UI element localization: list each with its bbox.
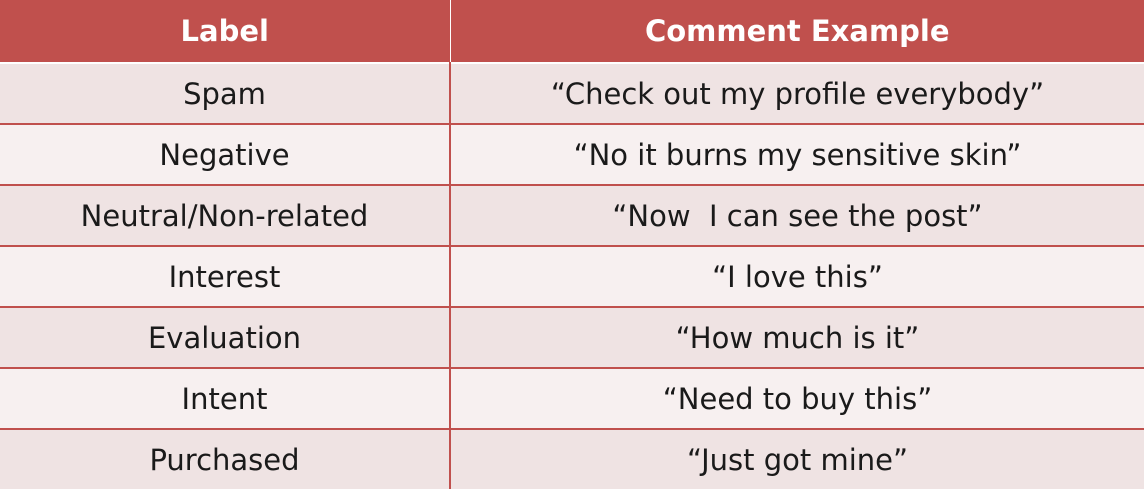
comment-cell: “Check out my profile everybody” [450,62,1144,124]
comment-cell: “Now I can see the post” [450,184,1144,246]
comment-cell: “Just got mine” [450,428,1144,489]
label-cell: Purchased [0,428,451,489]
table-row: Negative “No it burns my sensitive skin” [0,123,1144,185]
table-row: Evaluation “How much is it” [0,306,1144,368]
comment-cell: “Need to buy this” [450,367,1144,429]
comment-cell: “No it burns my sensitive skin” [450,123,1144,185]
comment-label-table: Label Comment Example Spam “Check out my… [0,0,1144,489]
comment-cell: “I love this” [450,245,1144,307]
label-cell: Neutral/Non-related [0,184,451,246]
table-row: Purchased “Just got mine” [0,428,1144,489]
header-comment-example: Comment Example [450,0,1144,63]
header-label: Label [0,0,451,63]
comment-cell: “How much is it” [450,306,1144,368]
table-row: Neutral/Non-related “Now I can see the p… [0,184,1144,246]
table-row: Spam “Check out my profile everybody” [0,62,1144,124]
label-cell: Negative [0,123,451,185]
label-cell: Intent [0,367,451,429]
label-cell: Interest [0,245,451,307]
label-cell: Evaluation [0,306,451,368]
table-header: Label Comment Example [0,0,1144,63]
table-row: Intent “Need to buy this” [0,367,1144,429]
comment-label-table-container: Label Comment Example Spam “Check out my… [0,0,1144,489]
header-row: Label Comment Example [0,0,1144,63]
table-body: Spam “Check out my profile everybody” Ne… [0,62,1144,489]
table-row: Interest “I love this” [0,245,1144,307]
label-cell: Spam [0,62,451,124]
